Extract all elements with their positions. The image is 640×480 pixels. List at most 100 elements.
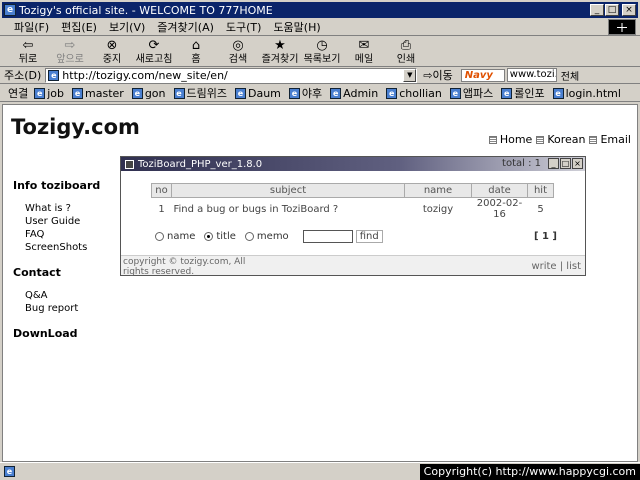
sidebar-link-qa[interactable]: Q&A (25, 289, 113, 302)
address-bar: 주소(D) e http://tozigy.com/new_site/en/ ▼… (0, 67, 640, 84)
sidebar-heading-download[interactable]: DownLoad (13, 327, 113, 340)
radio-memo[interactable] (244, 232, 254, 241)
search-label: 검색 (228, 54, 248, 65)
radio-name[interactable] (155, 232, 164, 241)
home-button[interactable]: ⌂ 홈 (178, 38, 214, 66)
sidebar-heading-contact: Contact (13, 266, 61, 279)
stop-button[interactable]: ⊗ 중지 (94, 38, 130, 66)
go-button[interactable]: ⇨이동 (423, 67, 452, 83)
board-table: no subject name date hit 1 Find a bug or… (151, 183, 554, 220)
history-button[interactable]: ◷ 목록보기 (304, 38, 341, 66)
cell-date: 2002-02-16 (476, 198, 523, 220)
navy-search-input[interactable]: www.tozi.. (506, 68, 557, 82)
cell-subject[interactable]: Find a bug or bugs in ToziBoard ? (172, 198, 405, 221)
link-item[interactable]: e 롤인포 (501, 85, 545, 101)
col-name: name (404, 183, 472, 198)
link-item[interactable]: e 드림위즈 (173, 85, 227, 101)
sidebar-link-user-guide[interactable]: User Guide (25, 215, 113, 228)
board-total: total : 1 (502, 158, 541, 169)
sidebar-link-what-is[interactable]: What is ? (25, 202, 113, 215)
link-item[interactable]: e gon (131, 86, 166, 100)
link-item[interactable]: e chollian (386, 87, 442, 100)
site-logo[interactable]: Tozigy.com (11, 115, 140, 139)
navy-logo[interactable]: Navy (460, 68, 505, 82)
menu-view[interactable]: 보기(V) (109, 19, 145, 35)
links-bar: 연결 e job e master e gon e 드림위즈 e Daum e 야후 e Ad… (0, 85, 640, 102)
menu-favorites[interactable]: 즐겨찾기(A) (157, 19, 214, 35)
search-input[interactable] (302, 230, 353, 243)
link-item[interactable]: e login.html (552, 87, 621, 100)
sidebar-link-screenshots[interactable]: ScreenShots (25, 241, 113, 254)
col-no: no (151, 183, 172, 198)
find-button[interactable]: find (355, 230, 383, 243)
link-item[interactable]: e 야후 (288, 85, 323, 101)
link-item[interactable]: e Admin (330, 87, 378, 100)
search-option-title[interactable]: title (204, 231, 236, 242)
link-page-icon: e (72, 87, 84, 99)
nav-email[interactable]: Email (589, 133, 631, 146)
table-row[interactable]: 1 Find a bug or bugs in ToziBoard ? tozi… (152, 198, 554, 221)
copyright-banner: Copyright(c) http://www.happycgi.com (419, 464, 640, 480)
mail-button[interactable]: ✉ 메일 (346, 38, 382, 66)
sidebar: Info toziboard What is ? User Guide FAQ … (13, 179, 113, 350)
col-date: date (471, 183, 528, 198)
nav-home-label: Home (499, 133, 533, 146)
pagination[interactable]: [ 1 ] (534, 231, 557, 242)
link-item[interactable]: e Daum (235, 87, 281, 100)
favorites-button[interactable]: ★ 즐겨찾기 (262, 38, 299, 66)
link-page-icon: e (330, 87, 342, 99)
link-label: 드림위즈 (186, 87, 227, 100)
board-close-icon[interactable]: × (572, 158, 583, 169)
links-label: 연결 (8, 87, 29, 100)
link-label: master (85, 86, 124, 100)
nav-korean[interactable]: Korean (536, 133, 585, 146)
menu-file[interactable]: 파일(F) (14, 19, 49, 35)
board-actions[interactable]: write | list (531, 261, 581, 272)
radio-title[interactable] (204, 232, 214, 241)
menu-tools[interactable]: 도구(T) (226, 19, 262, 35)
cell-hit: 5 (537, 203, 544, 215)
stop-label: 중지 (102, 54, 122, 65)
link-label: 야후 (301, 87, 323, 100)
menu-help[interactable]: 도움말(H) (273, 19, 320, 35)
search-button[interactable]: ◎ 검색 (220, 38, 256, 66)
search-option-name[interactable]: name (155, 231, 195, 242)
home-icon: ⌂ (191, 38, 201, 53)
search-icon: ◎ (232, 38, 244, 53)
close-button[interactable]: × (622, 4, 636, 16)
sidebar-link-faq[interactable]: FAQ (25, 228, 113, 241)
forward-button[interactable]: ⇨ 앞으로 (52, 38, 88, 66)
minimize-button[interactable]: _ (590, 4, 604, 16)
board-maximize-icon[interactable]: □ (560, 158, 571, 169)
refresh-button[interactable]: ⟳ 새로고침 (136, 38, 173, 66)
menu-edit[interactable]: 편집(E) (61, 19, 97, 35)
status-page-icon: e (4, 466, 15, 477)
address-dropdown-icon[interactable]: ▼ (403, 68, 417, 82)
board-titlebar: ToziBoard_PHP_ver_1.8.0 total : 1 _ □ × (121, 157, 585, 171)
back-button[interactable]: ⇦ 뒤로 (10, 38, 46, 66)
link-item[interactable]: e job (34, 87, 64, 100)
board-minimize-icon[interactable]: _ (548, 158, 559, 169)
link-item[interactable]: e 앱파스 (449, 85, 493, 101)
navy-all-button[interactable]: 전체 (561, 68, 579, 83)
nav-home[interactable]: Home (488, 133, 533, 146)
col-subject: subject (171, 183, 405, 198)
link-item[interactable]: e master (72, 87, 124, 100)
sidebar-link-bug-report[interactable]: Bug report (25, 302, 113, 315)
link-page-icon: e (552, 87, 564, 99)
link-label: gon (144, 86, 166, 100)
link-label: chollian (399, 86, 442, 100)
print-button[interactable]: ⎙ 인쇄 (388, 38, 424, 66)
nav-korean-label: Korean (547, 133, 586, 146)
link-label: Admin (343, 86, 379, 100)
link-page-icon: e (288, 87, 300, 99)
search-option-title-label: title (216, 231, 236, 242)
window-controls: _ □ × (589, 4, 636, 16)
search-option-memo[interactable]: memo (244, 231, 289, 242)
print-label: 인쇄 (396, 54, 416, 65)
address-field[interactable]: e http://tozigy.com/new_site/en/ ▼ (45, 67, 418, 83)
back-label: 뒤로 (18, 54, 38, 65)
print-icon: ⎙ (400, 38, 412, 53)
search-option-name-label: name (167, 231, 196, 242)
maximize-button[interactable]: □ (605, 4, 619, 16)
